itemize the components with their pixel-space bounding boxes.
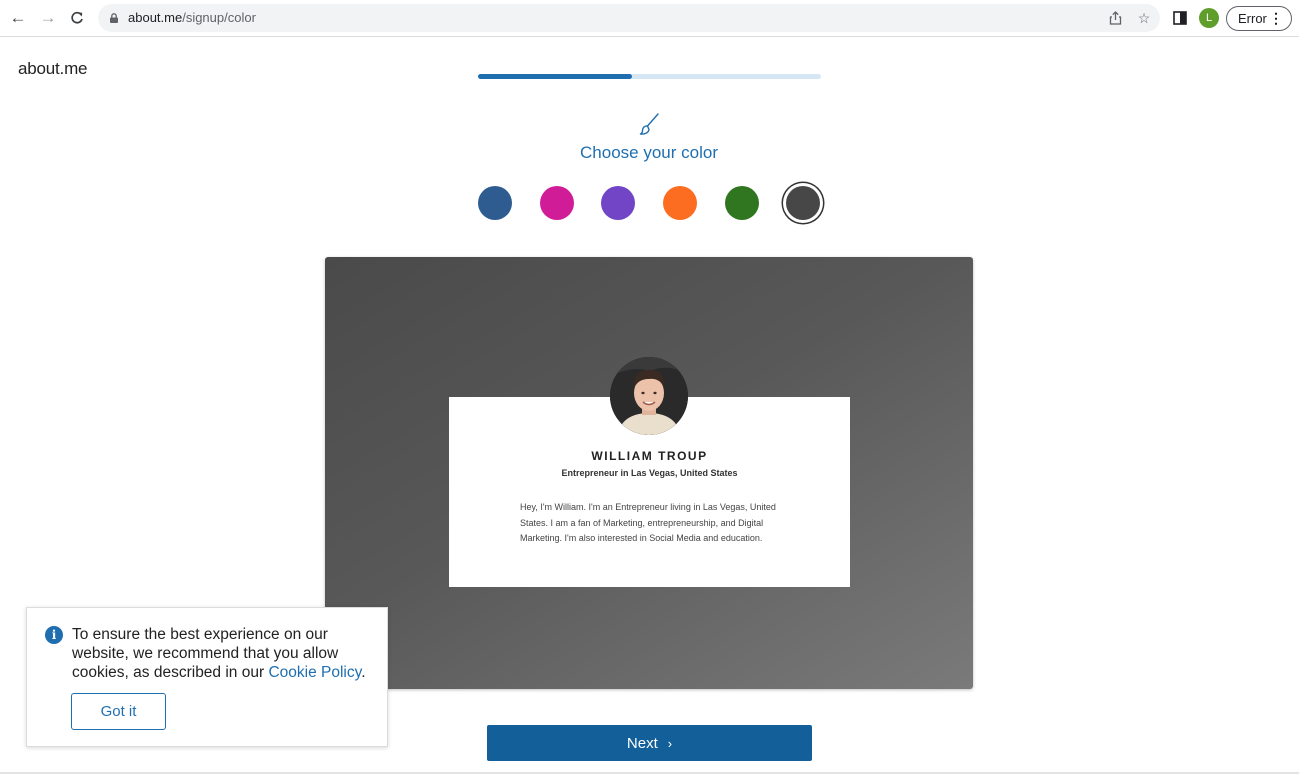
chevron-right-icon: › [667,735,673,751]
got-it-button[interactable]: Got it [71,693,166,730]
signup-progress-fill [478,74,633,79]
color-swatch-orange[interactable] [663,186,697,220]
cookie-policy-link[interactable]: Cookie Policy [268,664,361,681]
next-label: Next [626,734,658,752]
color-swatch-magenta[interactable] [540,186,574,220]
bookmark-star-icon[interactable]: ☆ [1135,9,1153,27]
reload-icon[interactable] [65,6,89,30]
lock-icon [110,13,118,23]
address-bar[interactable]: about.me/signup/color ☆ [98,4,1160,32]
back-icon[interactable]: ← [6,6,30,30]
url-text: about.me/signup/color [128,10,256,25]
color-swatch-blue[interactable] [478,186,512,220]
profile-bio: Hey, I'm William. I'm an Entrepreneur li… [520,502,776,543]
side-panel-icon[interactable] [1169,7,1191,29]
forward-icon[interactable]: → [36,6,60,30]
cookie-message: To ensure the best experience on our web… [72,626,366,681]
color-swatch-purple[interactable] [601,186,635,220]
profile-photo [610,357,688,435]
profile-name: WILLIAM TROUP [591,449,708,463]
error-label: Error [1238,11,1267,26]
color-swatch-dark-gray[interactable] [786,186,820,220]
info-icon: i [45,626,63,644]
browser-toolbar: ← → about.me/signup/color ☆ L Error ⋮ [0,0,1299,37]
profile-preview: WILLIAM TROUP Entrepreneur in Las Vegas,… [325,257,973,689]
share-icon[interactable] [1106,9,1124,27]
page-title: Choose your color [580,143,718,162]
site-logo[interactable]: about.me [18,59,87,79]
cookie-banner: i To ensure the best experience on our w… [26,607,388,747]
color-swatch-green[interactable] [725,186,759,220]
error-menu-button[interactable]: Error ⋮ [1226,6,1292,31]
next-button[interactable]: Next › [487,725,812,761]
profile-avatar[interactable]: L [1199,8,1219,28]
paintbrush-icon [639,113,659,135]
signup-progress-bar [478,74,821,79]
kebab-menu-icon: ⋮ [1269,10,1283,26]
profile-role: Entrepreneur in Las Vegas, United States [561,468,738,478]
